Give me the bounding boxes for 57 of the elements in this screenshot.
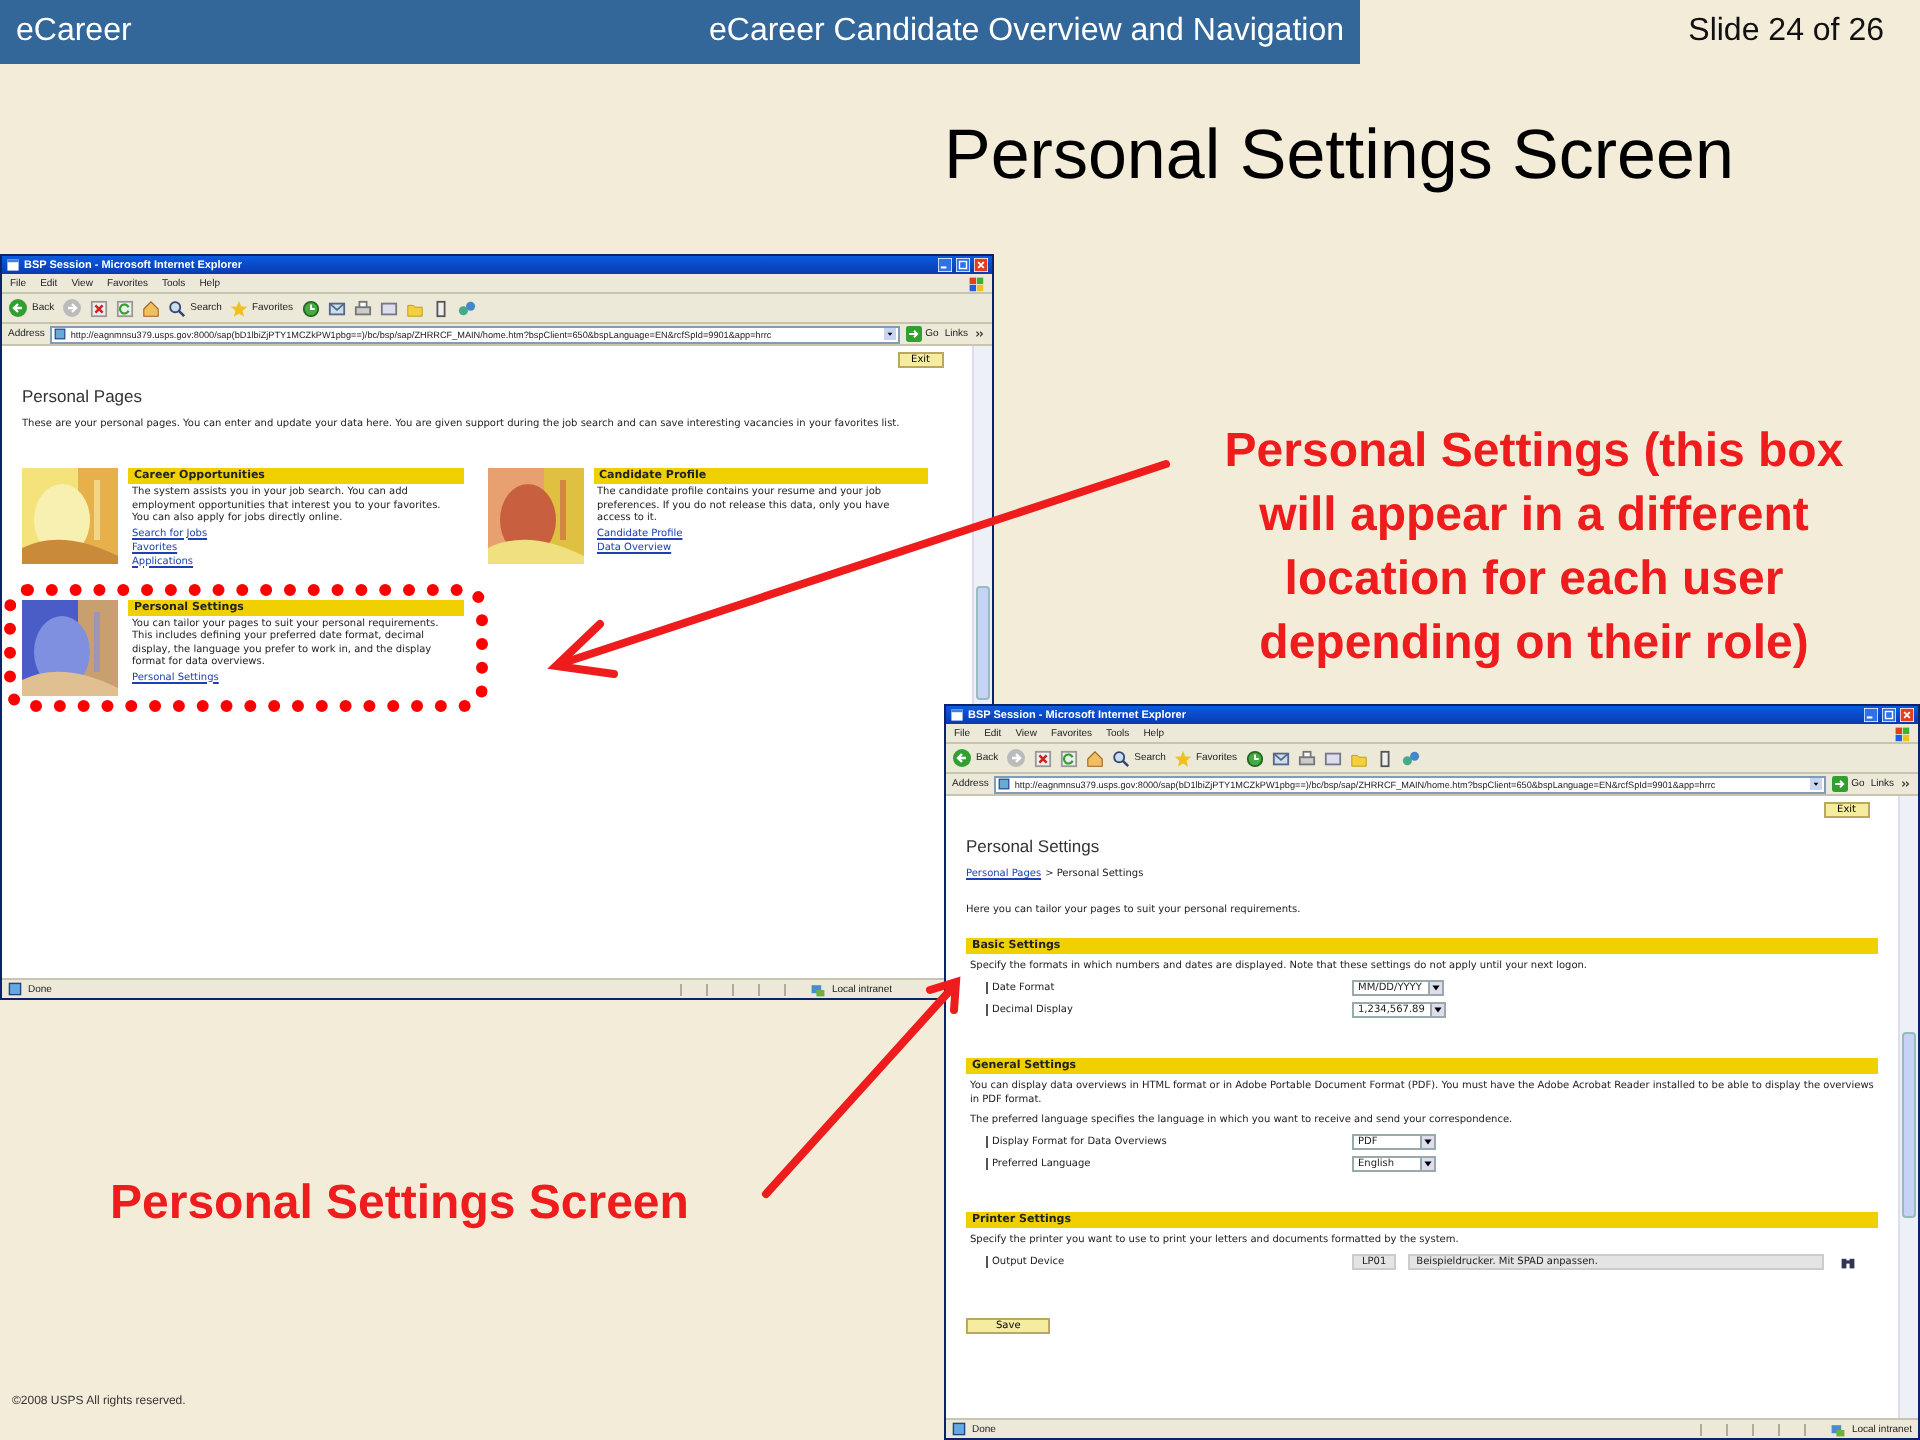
forward-icon xyxy=(62,298,83,318)
folder-icon xyxy=(1349,749,1368,767)
close-icon xyxy=(1900,708,1914,722)
history-icon xyxy=(1245,749,1264,767)
page-icon xyxy=(8,982,22,996)
home-icon xyxy=(142,299,161,317)
search-icon xyxy=(168,299,187,317)
header-center-text: eCareer Candidate Overview and Navigation xyxy=(708,14,1344,50)
minimize-icon xyxy=(938,258,952,272)
mail-icon xyxy=(1271,749,1290,767)
network-icon xyxy=(1829,1421,1846,1437)
network-icon xyxy=(809,981,826,997)
go-arrow-icon xyxy=(1831,776,1848,792)
callout-text: Personal Settings (this box will appear in a different location for each user depending on their role) xyxy=(1222,422,1846,674)
page-heading: Personal Settings xyxy=(966,836,1102,856)
maximize-icon xyxy=(1882,708,1896,722)
chevron-icon xyxy=(1900,778,1912,790)
page-icon xyxy=(54,328,67,340)
device-icon xyxy=(1375,749,1394,767)
chevron-icon xyxy=(974,328,986,340)
slide-title: Personal Settings Screen xyxy=(944,116,1734,196)
minimize-icon xyxy=(1864,708,1878,722)
network-icon xyxy=(1401,749,1420,767)
back-icon xyxy=(8,298,28,318)
printer-icon xyxy=(353,299,372,317)
stop-icon xyxy=(1034,749,1053,767)
slide-number: Slide 24 of 26 xyxy=(1688,14,1884,50)
device-icon xyxy=(431,299,450,317)
history-icon xyxy=(301,299,320,317)
star-icon xyxy=(1173,749,1192,767)
page-icon xyxy=(952,1422,966,1436)
printer-icon xyxy=(1297,749,1316,767)
dropdown-arrow-icon xyxy=(1809,778,1822,790)
stop-icon xyxy=(90,299,109,317)
refresh-icon xyxy=(116,299,135,317)
caption-text: Personal Settings Screen xyxy=(110,1176,689,1232)
search-icon xyxy=(1112,749,1131,767)
page-icon xyxy=(6,258,20,272)
star-icon xyxy=(229,299,248,317)
mail-icon xyxy=(327,299,346,317)
go-arrow-icon xyxy=(905,326,922,342)
back-icon xyxy=(952,748,972,768)
windows-flag-icon xyxy=(968,275,984,291)
page-icon xyxy=(950,708,964,722)
dropdown-arrow-icon xyxy=(883,328,896,340)
folder-icon xyxy=(405,299,424,317)
page-heading: Personal Pages xyxy=(22,386,145,406)
page-icon xyxy=(998,778,1011,790)
refresh-icon xyxy=(1060,749,1079,767)
windows-flag-icon xyxy=(1894,725,1910,741)
header-left-text: eCareer xyxy=(16,14,132,50)
network-icon xyxy=(457,299,476,317)
maximize-icon xyxy=(956,258,970,272)
binoculars-icon xyxy=(1840,1254,1857,1270)
home-icon xyxy=(1086,749,1105,767)
close-icon xyxy=(974,258,988,272)
forward-icon xyxy=(1006,748,1027,768)
